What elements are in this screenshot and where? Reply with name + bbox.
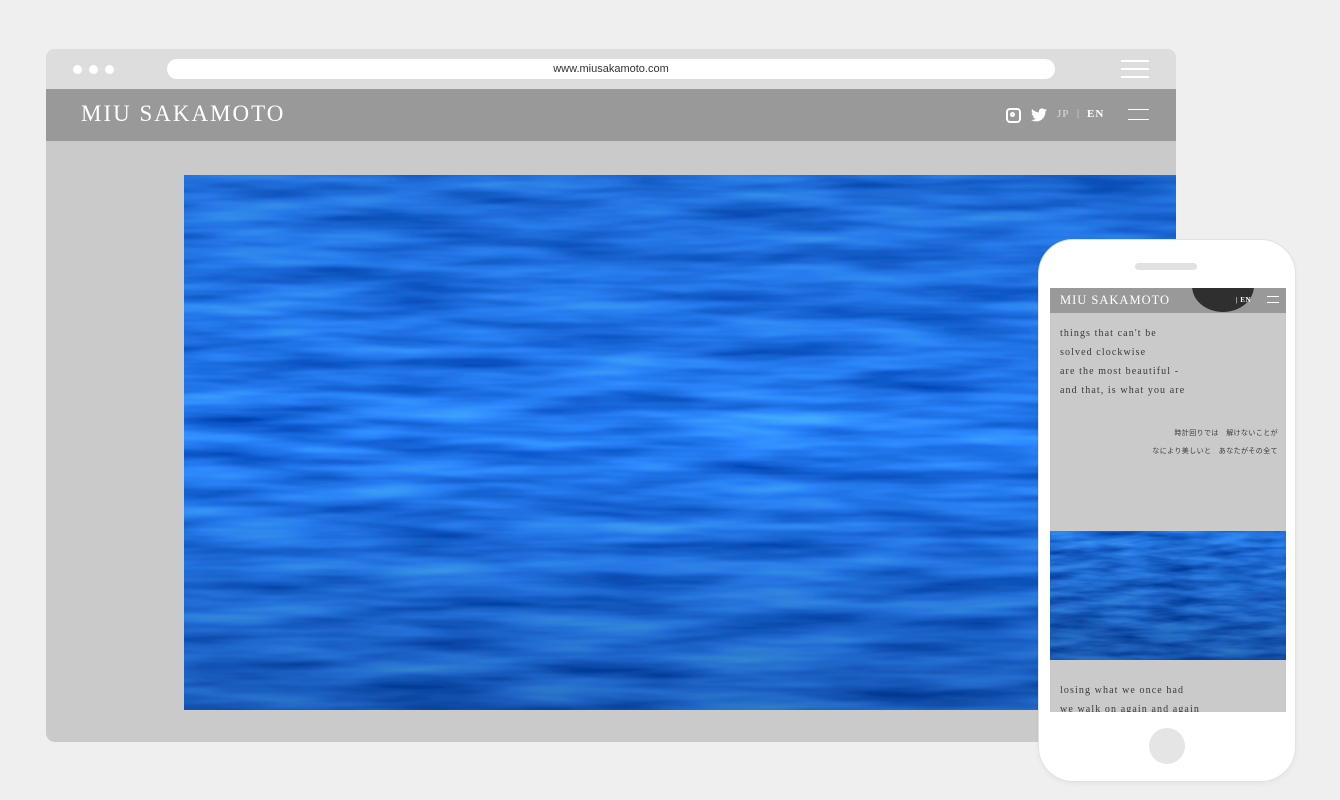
browser-window: www.miusakamoto.com MIU SAKAMOTO JP | EN: [46, 49, 1176, 742]
mobile-water-image: [1050, 531, 1286, 660]
hero-water-image: [184, 175, 1176, 710]
address-bar[interactable]: www.miusakamoto.com: [167, 59, 1055, 79]
lang-en-link[interactable]: EN: [1087, 108, 1104, 120]
phone-home-button[interactable]: [1149, 728, 1185, 764]
window-dot-icon[interactable]: [89, 65, 98, 74]
lang-jp-link[interactable]: JP: [1057, 108, 1069, 120]
poem-line: 時計回りでは 解けないことが: [1174, 429, 1278, 437]
hamburger-menu-icon[interactable]: [1128, 109, 1149, 121]
site-header: MIU SAKAMOTO JP | EN: [46, 89, 1176, 141]
site-logo[interactable]: MIU SAKAMOTO: [81, 101, 285, 127]
instagram-icon[interactable]: [1006, 108, 1021, 123]
browser-chrome: www.miusakamoto.com: [46, 49, 1176, 89]
phone-screen: MIU SAKAMOTO | EN things that can't be s…: [1050, 288, 1286, 712]
poem-line: losing what we once had: [1060, 685, 1185, 696]
poem-line: we walk on again and again: [1060, 704, 1200, 712]
poem-line: and that, is what you are: [1060, 385, 1186, 396]
poem-english: things that can't be solved clockwise ar…: [1060, 327, 1185, 403]
browser-menu-icon[interactable]: [1121, 60, 1149, 78]
poem-line: are the most beautiful -: [1060, 366, 1180, 377]
lang-separator: |: [1077, 108, 1080, 119]
mobile-lang-en-link[interactable]: | EN: [1236, 296, 1251, 304]
mobile-site-logo[interactable]: MIU SAKAMOTO: [1060, 293, 1170, 308]
twitter-icon[interactable]: [1031, 108, 1047, 122]
poem-japanese: 時計回りでは 解けないことが なにより美しいと あなたがその全て: [1152, 427, 1278, 463]
phone-mockup: MIU SAKAMOTO | EN things that can't be s…: [1039, 240, 1295, 781]
poem-line: solved clockwise: [1060, 347, 1147, 358]
mobile-hamburger-menu-icon[interactable]: [1267, 296, 1279, 304]
phone-speaker: [1135, 263, 1197, 270]
window-dot-icon[interactable]: [105, 65, 114, 74]
mobile-header: MIU SAKAMOTO | EN: [1050, 288, 1286, 313]
poem-line: things that can't be: [1060, 328, 1157, 339]
window-dot-icon[interactable]: [73, 65, 82, 74]
poem-english-second: losing what we once had we walk on again…: [1060, 684, 1200, 712]
poem-line: なにより美しいと あなたがその全て: [1152, 447, 1278, 455]
